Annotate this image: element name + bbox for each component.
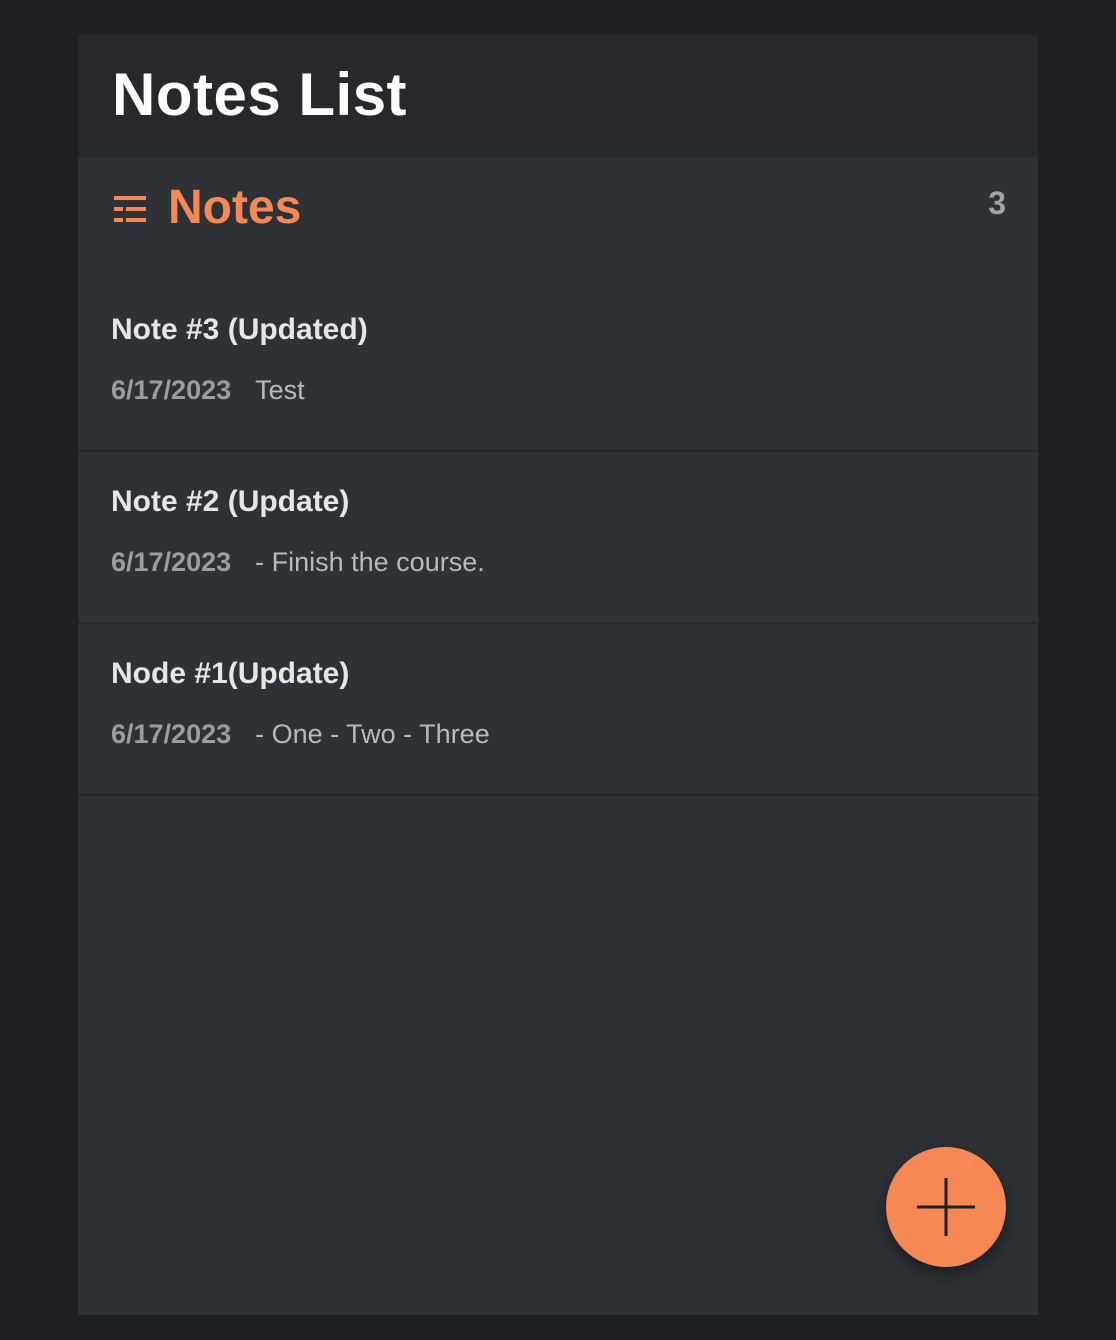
note-meta: 6/17/2023 - Finish the course. xyxy=(111,547,485,578)
note-item[interactable]: Node #1(Update) 6/17/2023 - One - Two - T… xyxy=(78,624,1038,796)
notes-list: Note #3 (Updated) 6/17/2023 Test Note #2 … xyxy=(78,280,1038,796)
notes-section-header: Notes 3 xyxy=(78,157,1038,257)
notes-app: Notes List Notes 3 Note #3 (Updated) 6/1… xyxy=(78,35,1038,1315)
note-date: 6/17/2023 xyxy=(111,375,232,405)
note-item[interactable]: Note #2 (Update) 6/17/2023 - Finish the c… xyxy=(78,452,1038,624)
section-title: Notes xyxy=(168,180,302,234)
add-note-button[interactable] xyxy=(886,1147,1006,1267)
plus-icon xyxy=(917,1178,975,1236)
top-bar: Notes List xyxy=(78,35,1038,157)
note-excerpt: - One - Two - Three xyxy=(255,719,490,749)
page-title: Notes List xyxy=(112,60,408,128)
list-icon xyxy=(114,196,146,222)
note-meta: 6/17/2023 Test xyxy=(111,375,305,406)
note-meta: 6/17/2023 - One - Two - Three xyxy=(111,719,490,750)
note-excerpt: - Finish the course. xyxy=(255,547,485,577)
note-title: Node #1(Update) xyxy=(111,657,350,690)
note-date: 6/17/2023 xyxy=(111,547,232,577)
note-date: 6/17/2023 xyxy=(111,719,232,749)
notes-count-badge: 3 xyxy=(988,185,1006,221)
note-item[interactable]: Note #3 (Updated) 6/17/2023 Test xyxy=(78,280,1038,452)
note-excerpt: Test xyxy=(255,375,305,405)
note-title: Note #2 (Update) xyxy=(111,485,350,518)
note-title: Note #3 (Updated) xyxy=(111,313,368,346)
